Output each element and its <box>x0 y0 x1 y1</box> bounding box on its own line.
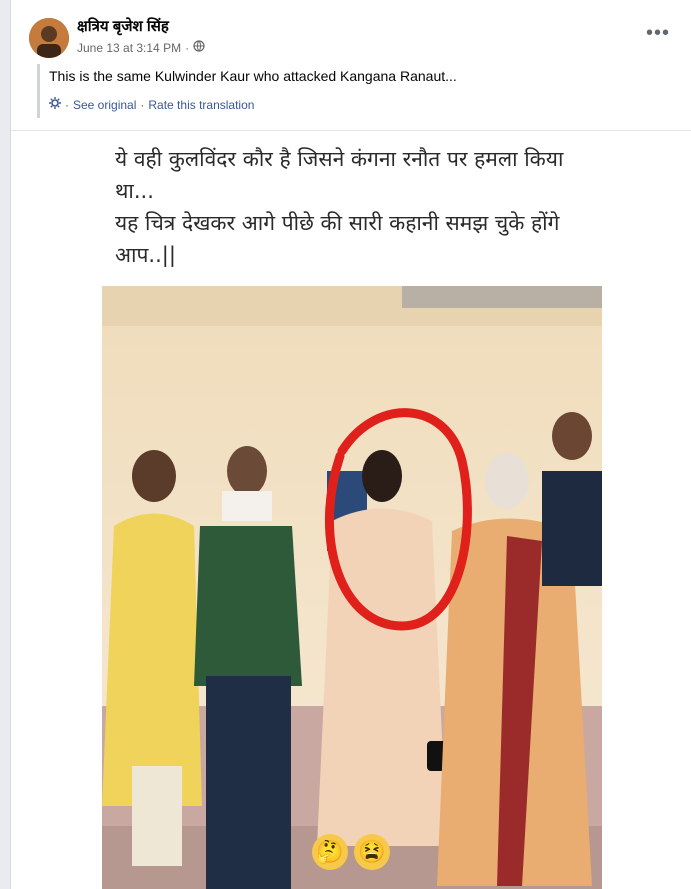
post-meta: June 13 at 3:14 PM · <box>77 40 205 55</box>
link-separator: · <box>65 97 69 112</box>
emoji-stickers: 🤔 😫 <box>312 834 394 870</box>
translate-gear-icon <box>49 97 61 112</box>
post-timestamp[interactable]: June 13 at 3:14 PM <box>77 41 181 55</box>
group-photo: 🤔 😫 <box>102 286 602 889</box>
author-avatar[interactable] <box>29 18 69 58</box>
translation-quote-bar <box>37 64 40 118</box>
tired-face-emoji-icon: 😫 <box>354 834 390 870</box>
thinking-emoji-icon: 🤔 <box>312 834 348 870</box>
see-original-link[interactable]: See original <box>73 98 136 112</box>
translation-links: · See original · Rate this translation <box>49 97 254 112</box>
globe-icon <box>193 40 205 55</box>
rate-translation-link[interactable]: Rate this translation <box>148 98 254 112</box>
more-options-icon[interactable]: ••• <box>646 22 670 45</box>
image-caption: ये वही कुलविंदर कौर है जिसने कंगना रनौत … <box>115 147 564 267</box>
link-separator: · <box>140 97 145 112</box>
meta-separator: · <box>185 40 190 55</box>
author-name[interactable]: क्षत्रिय बृजेश सिंह <box>77 16 169 36</box>
post-card: क्षत्रिय बृजेश सिंह June 13 at 3:14 PM ·… <box>10 0 691 889</box>
post-image[interactable]: ये वही कुलविंदर कौर है जिसने कंगना रनौत … <box>11 131 691 889</box>
translated-text: This is the same Kulwinder Kaur who atta… <box>49 68 457 84</box>
